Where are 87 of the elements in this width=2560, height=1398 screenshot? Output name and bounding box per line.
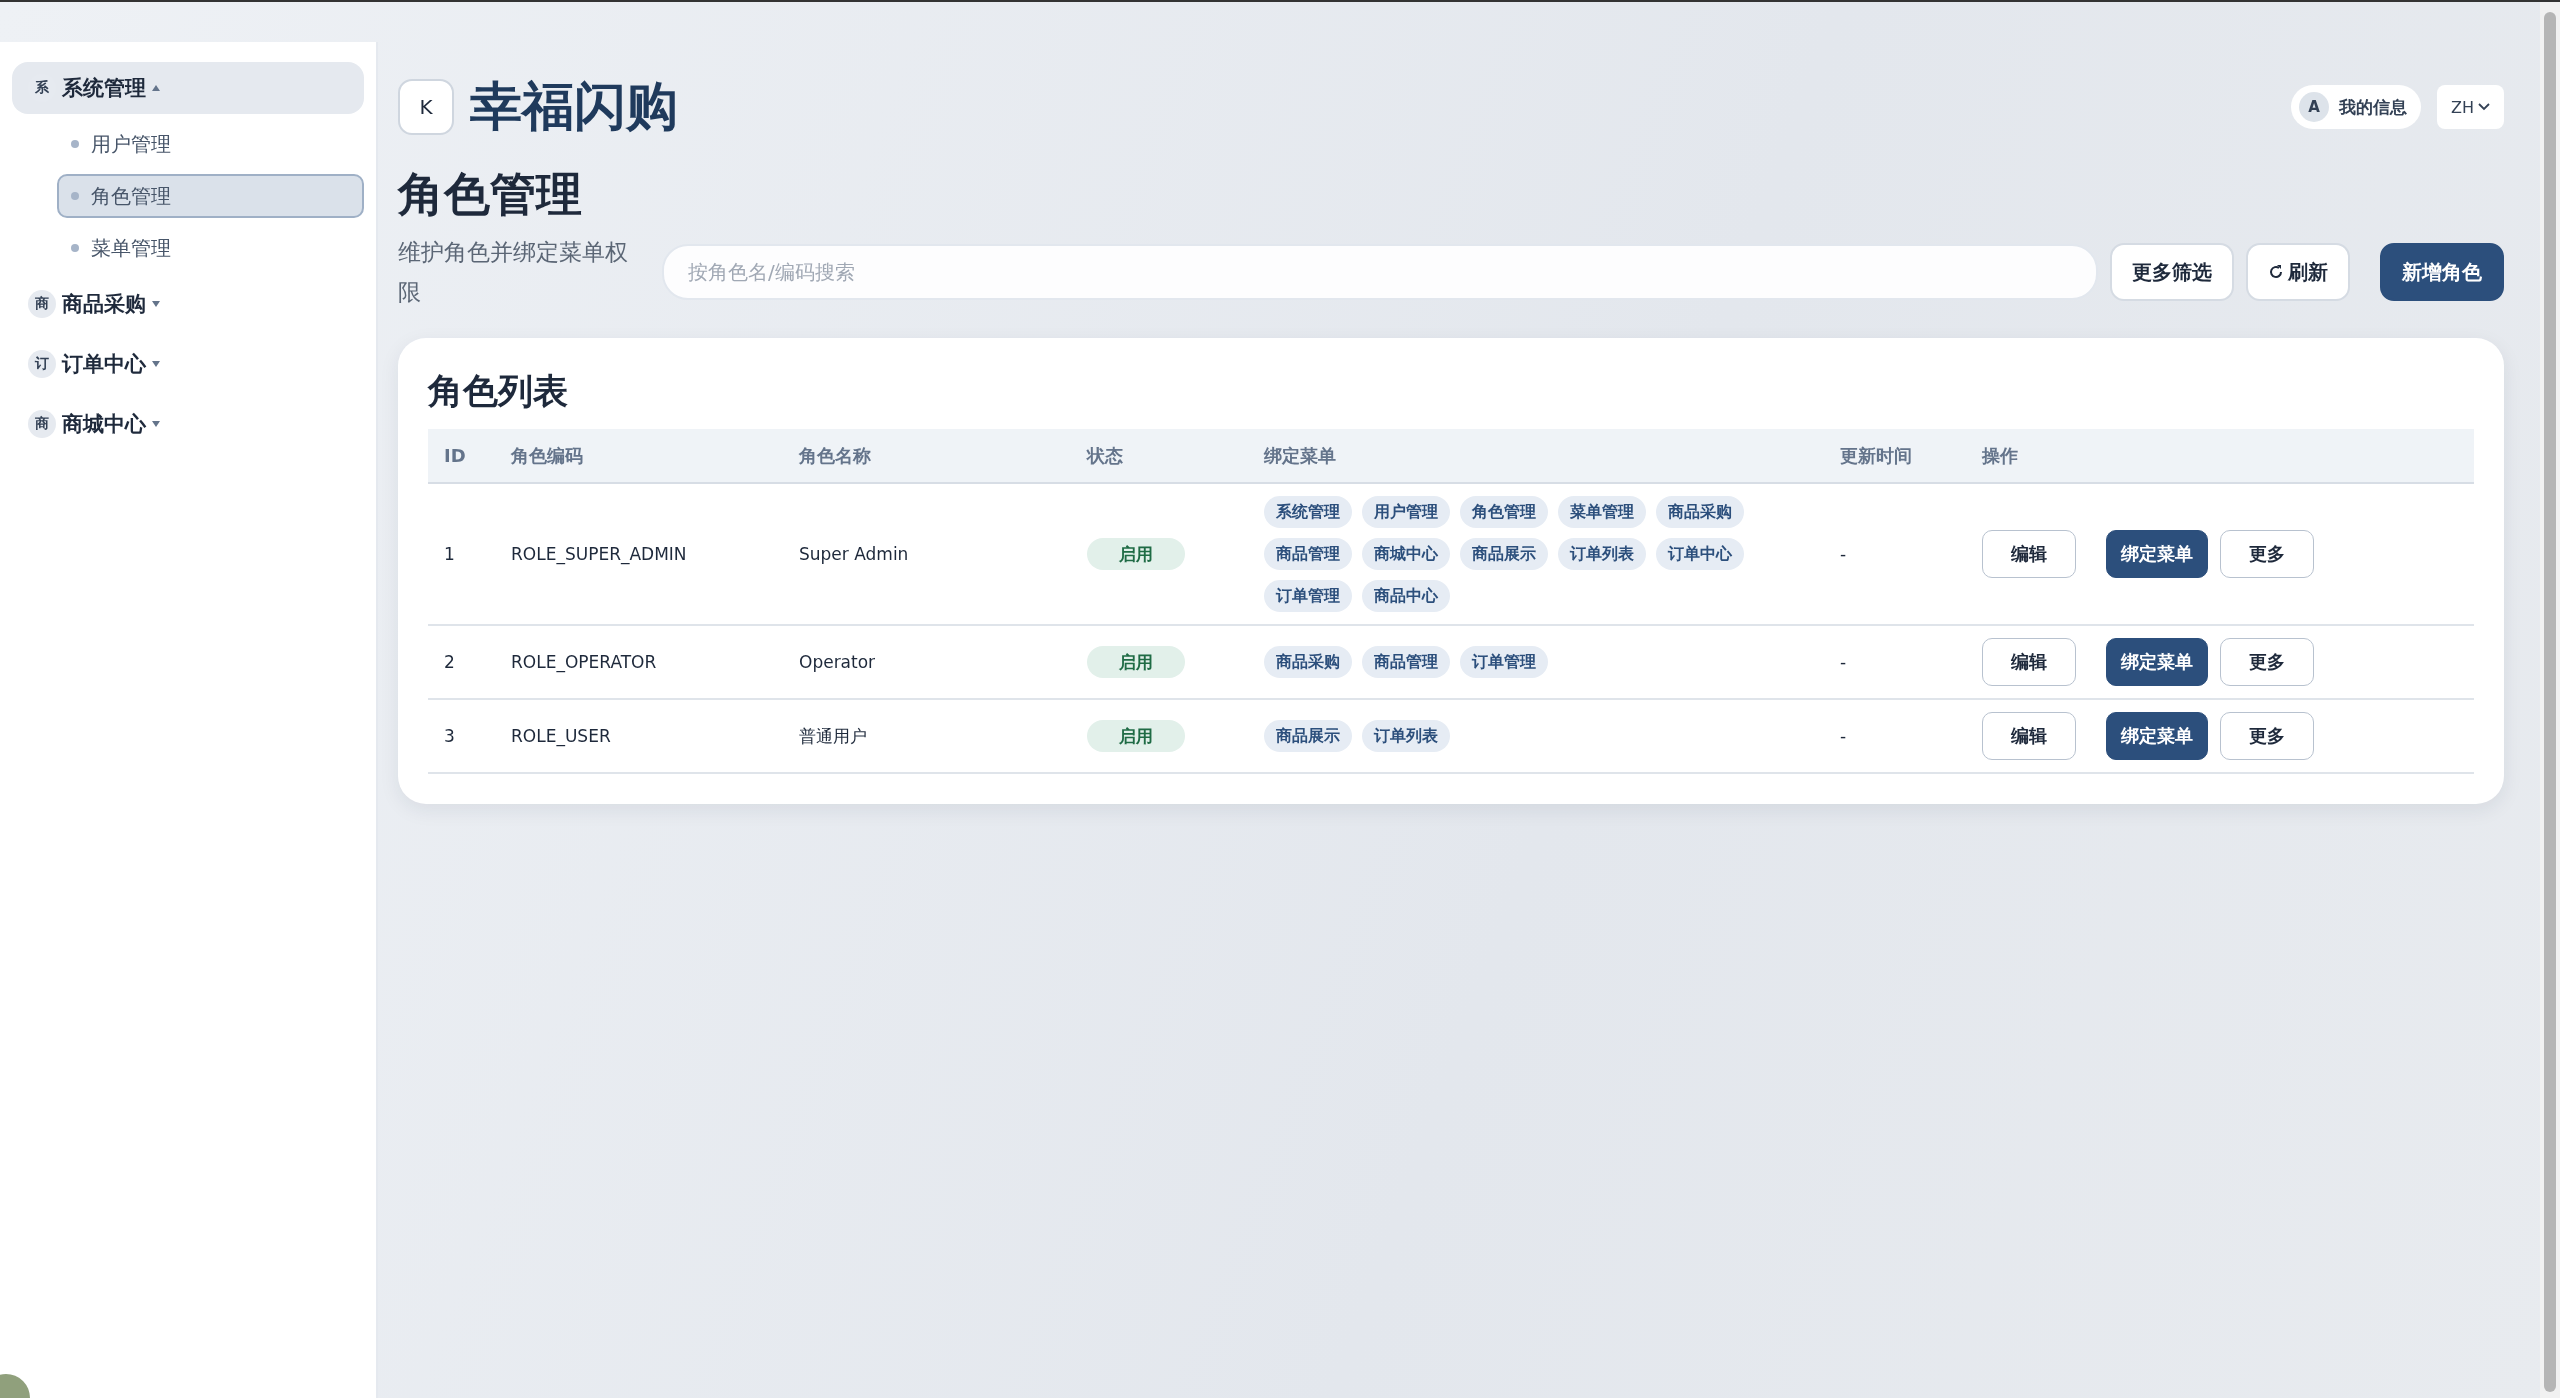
id-cell: 2 bbox=[428, 626, 495, 700]
menu-item-label: 菜单管理 bbox=[91, 234, 171, 262]
status-badge: 启用 bbox=[1087, 538, 1185, 570]
updated-cell: - bbox=[1824, 700, 1966, 774]
caret-icon bbox=[152, 85, 160, 91]
menu-item[interactable]: 菜单管理 bbox=[57, 226, 364, 270]
bind-menu-button[interactable]: 绑定菜单 bbox=[2106, 530, 2208, 578]
menu-group[interactable]: 系 系统管理 bbox=[12, 62, 364, 114]
app-title: 幸福闪购 bbox=[470, 75, 679, 138]
bullet-icon bbox=[71, 140, 79, 148]
menu-tag: 菜单管理 bbox=[1558, 496, 1646, 528]
card-title: 角色列表 bbox=[428, 370, 569, 413]
edit-button[interactable]: 编辑 bbox=[1982, 638, 2076, 686]
menu-tag: 商品采购 bbox=[1264, 646, 1352, 678]
edit-button[interactable]: 编辑 bbox=[1982, 712, 2076, 760]
search-field[interactable]: 按角色名/编码搜索 bbox=[662, 244, 2098, 300]
edit-button[interactable]: 编辑 bbox=[1982, 530, 2076, 578]
bind-menu-button[interactable]: 绑定菜单 bbox=[2106, 712, 2208, 760]
menu-tag: 商品管理 bbox=[1264, 538, 1352, 570]
refresh-icon bbox=[2268, 264, 2284, 280]
column-header: 操作 bbox=[1966, 429, 2474, 484]
column-header: 状态 bbox=[1071, 429, 1248, 484]
more-button[interactable]: 更多 bbox=[2220, 530, 2314, 578]
role-code-cell: ROLE_OPERATOR bbox=[495, 626, 783, 700]
status-badge: 启用 bbox=[1087, 646, 1185, 678]
group-label: 商品采购 bbox=[62, 291, 146, 318]
menu-tag: 订单管理 bbox=[1264, 580, 1352, 612]
group-badge: 订 bbox=[28, 350, 56, 378]
menu-tag: 角色管理 bbox=[1460, 496, 1548, 528]
language-button[interactable]: ZH bbox=[2437, 85, 2504, 129]
menu-tag: 订单列表 bbox=[1362, 720, 1450, 752]
group-label: 订单中心 bbox=[62, 351, 146, 378]
bullet-icon bbox=[71, 192, 79, 200]
column-header: 更新时间 bbox=[1824, 429, 1966, 484]
menu-item-label: 用户管理 bbox=[91, 130, 171, 158]
caret-icon bbox=[152, 361, 160, 367]
filter-button[interactable]: 更多筛选 bbox=[2110, 243, 2234, 301]
menu-group[interactable]: 商 商城中心 bbox=[12, 398, 364, 450]
menu-item[interactable]: 角色管理 bbox=[57, 174, 364, 218]
menu-tag: 系统管理 bbox=[1264, 496, 1352, 528]
menu-tag: 订单中心 bbox=[1656, 538, 1744, 570]
logo-button[interactable]: K bbox=[398, 79, 454, 135]
updated-cell: - bbox=[1824, 484, 1966, 626]
menu-tag: 商品展示 bbox=[1264, 720, 1352, 752]
chevron-down-icon bbox=[2478, 103, 2490, 111]
menu-tag: 用户管理 bbox=[1362, 496, 1450, 528]
column-header: 角色编码 bbox=[495, 429, 783, 484]
column-header: 角色名称 bbox=[783, 429, 1071, 484]
caret-icon bbox=[152, 301, 160, 307]
role-name-cell: 普通用户 bbox=[783, 700, 1071, 774]
updated-cell: - bbox=[1824, 626, 1966, 700]
bind-menu-button[interactable]: 绑定菜单 bbox=[2106, 638, 2208, 686]
role-code-cell: ROLE_USER bbox=[495, 700, 783, 774]
bullet-icon bbox=[71, 244, 79, 252]
menu-tag: 商品展示 bbox=[1460, 538, 1548, 570]
group-label: 系统管理 bbox=[62, 75, 146, 102]
refresh-button[interactable]: 刷新 bbox=[2246, 243, 2350, 301]
role-code-cell: ROLE_SUPER_ADMIN bbox=[495, 484, 783, 626]
id-cell: 1 bbox=[428, 484, 495, 626]
more-button[interactable]: 更多 bbox=[2220, 638, 2314, 686]
group-badge: 商 bbox=[28, 290, 56, 318]
menu-tag: 订单列表 bbox=[1558, 538, 1646, 570]
menu-tag: 商品中心 bbox=[1362, 580, 1450, 612]
group-label: 商城中心 bbox=[62, 411, 146, 438]
caret-icon bbox=[152, 421, 160, 427]
id-cell: 3 bbox=[428, 700, 495, 774]
page-title: 角色管理 bbox=[398, 166, 583, 223]
menu-tag: 商城中心 bbox=[1362, 538, 1450, 570]
role-name-cell: Operator bbox=[783, 626, 1071, 700]
status-badge: 启用 bbox=[1087, 720, 1185, 752]
menu-item[interactable]: 用户管理 bbox=[57, 122, 364, 166]
menu-group[interactable]: 订 订单中心 bbox=[12, 338, 364, 390]
user-button[interactable]: A 我的信息 bbox=[2291, 85, 2421, 129]
menu-item-label: 角色管理 bbox=[91, 182, 171, 210]
scrollbar[interactable] bbox=[2540, 2, 2560, 1398]
menu-tag: 订单管理 bbox=[1460, 646, 1548, 678]
menu-tag: 商品采购 bbox=[1656, 496, 1744, 528]
column-header: ID bbox=[428, 429, 495, 484]
more-button[interactable]: 更多 bbox=[2220, 712, 2314, 760]
avatar: A bbox=[2299, 92, 2329, 122]
menu-tag: 商品管理 bbox=[1362, 646, 1450, 678]
menu-group[interactable]: 商 商品采购 bbox=[12, 278, 364, 330]
role-name-cell: Super Admin bbox=[783, 484, 1071, 626]
page-subtitle: 维护角色并绑定菜单权限 bbox=[398, 238, 628, 307]
add-role-button[interactable]: 新增角色 bbox=[2380, 243, 2504, 301]
group-badge: 商 bbox=[28, 410, 56, 438]
column-header: 绑定菜单 bbox=[1248, 429, 1824, 484]
